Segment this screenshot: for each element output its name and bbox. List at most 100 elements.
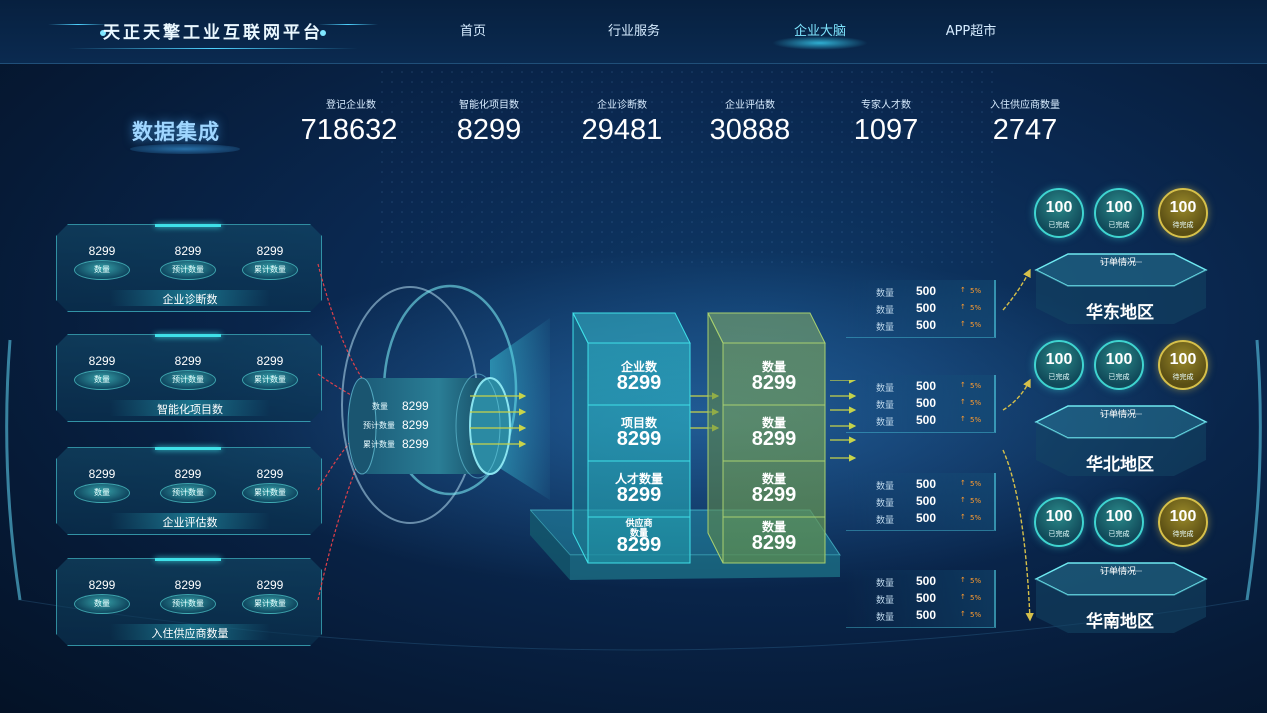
stat-label-suppliers: 入住供应商数量 [990,100,1060,111]
left-panel-label: 预计数量 [172,488,204,497]
nav-app-market[interactable]: APP超市 [935,20,1007,42]
stat-label-smart-projects: 智能化项目数 [459,100,519,111]
mini-stat-value: 500 [916,413,937,427]
circle-count: 100 [1105,351,1133,368]
completed-count-circle[interactable]: 100 已完成 [1094,188,1144,238]
stat-value-diagnosis: 29481 [581,114,663,146]
mini-stat-value: 500 [916,494,937,508]
left-panel-label: 累计数量 [254,488,286,497]
circle-count: 100 [1045,351,1073,368]
left-panel-label: 数量 [94,599,110,608]
region-name: 华南地区 [1086,612,1154,632]
mini-stat-label: 数量 [876,596,895,606]
left-panel-value: 8299 [174,467,202,481]
mini-stat-label: 数量 [876,499,895,509]
circle-status-label: 已完成 [1108,530,1130,538]
mini-stat-value: 500 [916,396,937,410]
left-panel-label: 预计数量 [172,375,204,384]
mini-stat-value: 500 [916,574,937,588]
circle-status-label: 已完成 [1048,221,1070,229]
left-panel-name: 入住供应商数量 [151,627,229,640]
cylinder-label-1: 数量 [372,402,388,411]
mini-stat-label: 数量 [876,516,895,526]
left-panel-value: 8299 [174,244,202,258]
left-panel-label: 累计数量 [254,375,286,384]
circle-count: 100 [1045,508,1073,525]
mini-stat-value: 500 [916,591,937,605]
nav-enterprise-brain[interactable]: 企业大脑 [784,20,856,42]
cylinder-label-2: 预计数量 [363,421,395,430]
pending-count-circle[interactable]: 100 待完成 [1158,340,1208,390]
mini-stat-value: 500 [916,318,937,332]
completed-count-circle[interactable]: 100 已完成 [1034,340,1084,390]
order-status-label: 订单情况 [1099,567,1136,577]
region-name: 华北地区 [1086,455,1154,475]
nav-industry-services[interactable]: 行业服务 [598,20,670,42]
left-panel-value: 8299 [256,467,284,481]
circle-status-label: 待完成 [1172,373,1194,381]
column-a-value: 8299 [616,484,662,506]
mini-stat-label: 数量 [876,418,895,428]
cylinder-label-3: 累计数量 [363,440,395,449]
order-status-label: 订单情况 [1099,410,1136,420]
column-b-value: 8299 [751,532,797,554]
completed-count-circle[interactable]: 100 已完成 [1034,188,1084,238]
circle-status-label: 已完成 [1048,373,1070,381]
left-panel-value: 8299 [88,354,116,368]
left-panel-label: 累计数量 [254,599,286,608]
nav-home[interactable]: 首页 [440,20,506,42]
mini-stat-label: 数量 [876,384,895,394]
column-b-value: 8299 [751,372,797,394]
stat-value-smart-projects: 8299 [456,114,522,146]
left-panel-label: 数量 [94,265,110,274]
pending-count-circle[interactable]: 100 待完成 [1158,497,1208,547]
circle-count: 100 [1105,508,1133,525]
circle-status-label: 已完成 [1108,221,1130,229]
completed-count-circle[interactable]: 100 已完成 [1094,497,1144,547]
completed-count-circle[interactable]: 100 已完成 [1034,497,1084,547]
left-panel-name: 企业评估数 [162,516,218,529]
completed-count-circle[interactable]: 100 已完成 [1094,340,1144,390]
mini-stat-label: 数量 [876,289,895,299]
stat-label-experts: 专家人才数 [861,100,911,111]
left-panel-top-accent [155,447,221,450]
mini-stat-label: 数量 [876,482,895,492]
stat-value-experts: 1097 [853,114,919,146]
cylinder-value-2: 8299 [402,418,429,432]
left-panel-label: 累计数量 [254,265,286,274]
dashboard-stage: 天正天擎工业互联网平台 首页 行业服务 企业大脑 APP超市 数据集成 登记企业… [0,0,1267,713]
platform-title: 天正天擎工业互联网平台 [103,23,323,43]
stat-label-registered: 登记企业数 [326,100,376,111]
left-panel-value: 8299 [88,578,116,592]
stat-value-assessment: 30888 [709,114,791,146]
column-a-value: 8299 [616,534,662,556]
column-b-value: 8299 [751,484,797,506]
left-panel-value: 8299 [88,467,116,481]
left-panel-label: 数量 [94,488,110,497]
left-panel-label: 预计数量 [172,265,204,274]
column-b-value: 8299 [751,428,797,450]
left-panel-value: 8299 [174,354,202,368]
circle-count: 100 [1105,199,1133,216]
left-panel-value: 8299 [256,244,284,258]
left-panel-label: 数量 [94,375,110,384]
left-panel-name: 智能化项目数 [157,403,223,416]
left-panel-name: 企业诊断数 [162,293,218,306]
pending-count-circle[interactable]: 100 待完成 [1158,188,1208,238]
cylinder-value-3: 8299 [402,437,429,451]
circle-status-label: 已完成 [1108,373,1130,381]
left-panel-label: 预计数量 [172,599,204,608]
stat-value-suppliers: 2747 [992,114,1058,146]
region-name: 华东地区 [1086,303,1154,323]
mini-stat-value: 500 [916,301,937,315]
mini-stat-value: 500 [916,284,937,298]
mini-stat-label: 数量 [876,579,895,589]
mini-stat-value: 500 [916,511,937,525]
order-status-label: 订单情况 [1099,258,1136,268]
left-panel-value: 8299 [256,354,284,368]
mini-stat-value: 500 [916,608,937,622]
left-panel-value: 8299 [174,578,202,592]
section-title: 数据集成 [132,120,220,144]
platform-logo[interactable]: 天正天擎工业互联网平台 [48,12,378,54]
mini-stat-label: 数量 [876,323,895,333]
